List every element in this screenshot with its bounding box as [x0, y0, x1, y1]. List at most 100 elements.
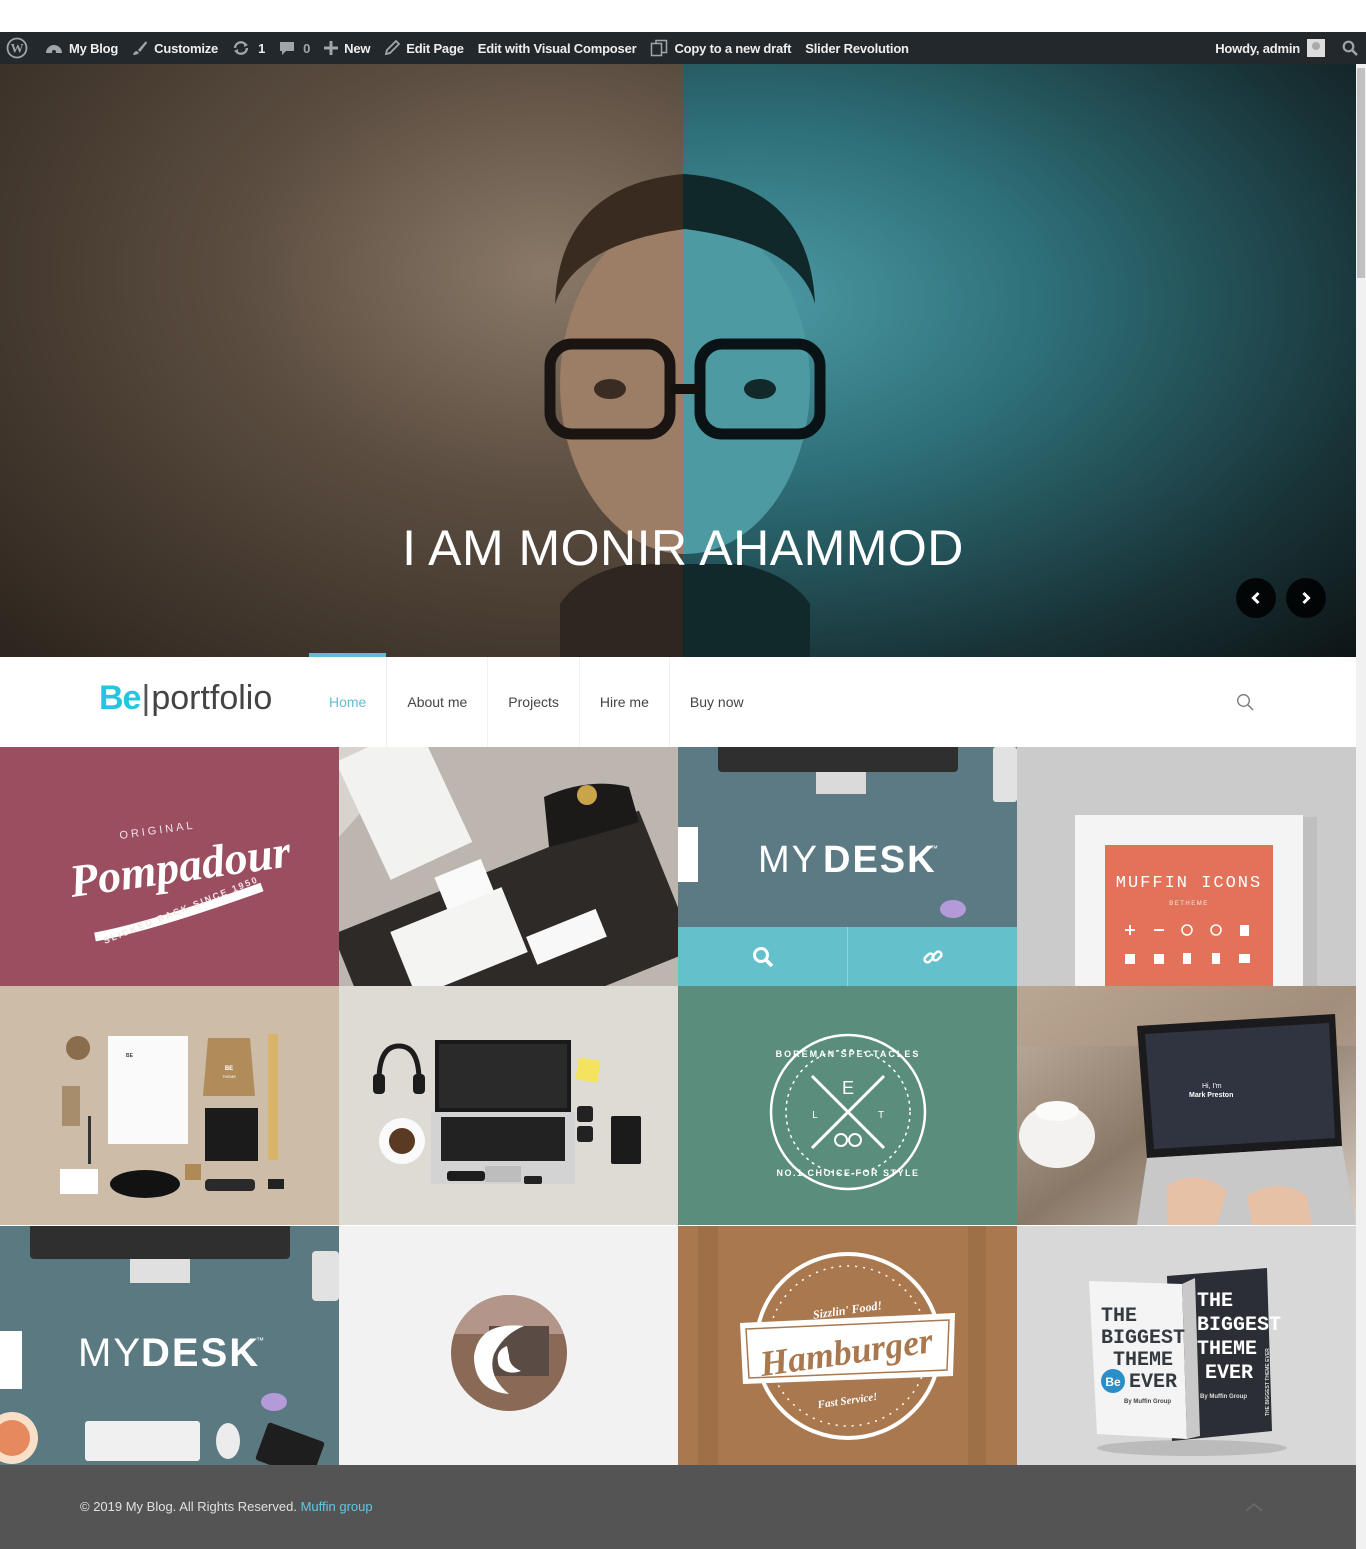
pencil-icon — [384, 40, 401, 56]
branding-bag-be: BE — [225, 1066, 233, 1072]
slider-next-button[interactable] — [1286, 578, 1326, 618]
pompadour-title: Pompadour — [65, 825, 294, 907]
boreman-bottom: NO.1 CHOICE FOR STYLE — [776, 1168, 919, 1178]
search-icon — [1342, 40, 1358, 56]
laptop-hi: Hi, I'm — [1202, 1083, 1222, 1090]
nav-buy-now[interactable]: Buy now — [670, 657, 764, 747]
nav-hire-me[interactable]: Hire me — [580, 657, 670, 747]
biggest-theme-books: THE BIGGEST THEME EVER Be By Muffin Grou… — [1017, 1226, 1356, 1465]
scrollbar-thumb[interactable] — [1357, 68, 1365, 278]
site-header: Be | portfolio Home About me Projects Hire… — [0, 653, 1356, 747]
pompadour-logo: ORIGINAL Pompadour SLICKED BACK SINCE 19… — [65, 819, 294, 945]
copyright: © 2019 My Blog. All Rights Reserved. Muf… — [80, 1499, 373, 1514]
plus-icon — [324, 41, 339, 55]
branding-letterhead-logo: BE — [126, 1053, 134, 1059]
site-footer: © 2019 My Blog. All Rights Reserved. Muf… — [0, 1465, 1356, 1549]
book-front-be: Be — [1105, 1375, 1121, 1389]
svg-text:W: W — [11, 41, 24, 56]
book-back-ever: EVER — [1205, 1362, 1253, 1385]
copyright-text: © 2019 My Blog. All Rights Reserved. — [80, 1499, 297, 1514]
portfolio-item-mydesk-hover[interactable]: MY DESK ™ — [678, 747, 1017, 986]
circle-logo-image — [451, 1295, 567, 1411]
portfolio-item-boreman[interactable]: BOREMAN SPECTACLES E L T NO.1 CHOICE FOR… — [678, 986, 1017, 1225]
link-button[interactable] — [848, 927, 1017, 986]
book-back-theme: THEME — [1197, 1338, 1257, 1361]
book-front-biggest: BIGGEST — [1101, 1327, 1185, 1350]
nav-projects[interactable]: Projects — [488, 657, 580, 747]
edit-page-link[interactable]: Edit Page — [377, 32, 470, 64]
visual-composer-link[interactable]: Edit with Visual Composer — [471, 32, 644, 64]
portrait-image — [544, 174, 826, 657]
chevron-right-icon — [1302, 591, 1311, 605]
avatar — [1307, 39, 1325, 57]
portfolio-item-stationery[interactable] — [339, 747, 678, 986]
new-label: New — [344, 40, 371, 56]
search-icon — [752, 946, 773, 967]
mydesk-hover-tm: ™ — [930, 844, 938, 853]
boreman-l: L — [812, 1110, 818, 1121]
portfolio-item-desk-flatlay[interactable] — [339, 986, 678, 1225]
muffin-group-link[interactable]: Muffin group — [301, 1499, 373, 1514]
portfolio-item-hamburger[interactable]: Sizzlin' Food! Hamburger Fast Service! — [678, 1226, 1017, 1465]
branding-mockup-image: BE BE THEME — [0, 986, 339, 1225]
edit-page-label: Edit Page — [406, 40, 464, 56]
muffin-icons-sub: BETHEME — [1169, 901, 1209, 907]
book-front-ever: EVER — [1129, 1371, 1177, 1394]
portfolio-item-circle-logo[interactable] — [339, 1226, 678, 1465]
branding-bag-theme: THEME — [222, 1074, 236, 1079]
nav-about-me[interactable]: About me — [387, 657, 489, 747]
portfolio-item-pompadour[interactable]: ORIGINAL Pompadour SLICKED BACK SINCE 19… — [0, 747, 339, 986]
book-front-the: THE — [1101, 1305, 1137, 1328]
admin-search[interactable] — [1332, 32, 1366, 64]
portfolio-item-branding-mockup[interactable]: BE BE THEME — [0, 986, 339, 1225]
logo-be: Be — [99, 679, 141, 717]
new-content-menu[interactable]: New — [317, 32, 377, 64]
book-back-the: THE — [1197, 1290, 1233, 1313]
site-name-label: My Blog — [69, 40, 119, 56]
nav-home[interactable]: Home — [309, 653, 388, 747]
comments-link[interactable]: 0 — [272, 32, 317, 64]
zoom-button[interactable] — [678, 927, 848, 986]
book-front-theme: THEME — [1113, 1349, 1173, 1372]
chevron-up-icon[interactable] — [1244, 1501, 1264, 1513]
hero-title: I AM MONIR AHAMMOD — [402, 520, 964, 576]
copy-draft-link[interactable]: Copy to a new draft — [643, 32, 798, 64]
book-spine: THE BIGGEST THEME EVER — [1265, 1348, 1271, 1416]
portfolio-item-muffin-icons[interactable]: MUFFIN ICONS BETHEME — [1017, 747, 1356, 986]
portfolio-item-mydesk[interactable]: MY DESK ™ — [0, 1226, 339, 1465]
hamburger-badge: Sizzlin' Food! Hamburger Fast Service! — [678, 1226, 1017, 1465]
book-front-author: By Muffin Group — [1124, 1399, 1171, 1405]
slider-revolution-label: Slider Revolution — [805, 40, 909, 56]
site-name-menu[interactable]: My Blog — [38, 32, 125, 64]
boreman-top: BOREMAN SPECTACLES — [776, 1049, 921, 1059]
mydesk-tm: ™ — [256, 1336, 264, 1345]
muffin-icons-title: MUFFIN ICONS — [1116, 874, 1262, 893]
slider-prev-button[interactable] — [1236, 578, 1276, 618]
copy-draft-label: Copy to a new draft — [674, 40, 792, 56]
site-logo[interactable]: Be | portfolio — [99, 679, 272, 718]
updates-link[interactable]: 1 — [225, 32, 272, 64]
wordpress-menu[interactable]: W — [0, 32, 38, 64]
portfolio-item-laptop-photo[interactable]: Hi, I'm Mark Preston — [1017, 986, 1356, 1225]
page-scrollbar[interactable] — [1356, 64, 1366, 1549]
slider-revolution-link[interactable]: Slider Revolution — [798, 32, 916, 64]
wordpress-icon: W — [6, 37, 28, 59]
search-icon[interactable] — [1236, 693, 1254, 711]
mydesk-image: MY DESK ™ — [0, 1226, 339, 1465]
account-menu[interactable]: Howdy, admin — [1208, 32, 1332, 64]
stationery-image — [339, 747, 678, 986]
mydesk-desk: DESK — [141, 1331, 260, 1375]
customize-link[interactable]: Customize — [125, 32, 225, 64]
chevron-left-icon — [1251, 591, 1260, 605]
comment-icon — [279, 41, 295, 56]
muffin-icons-image: MUFFIN ICONS BETHEME — [1017, 747, 1356, 986]
mydesk-hover-my: MY — [758, 839, 819, 881]
logo-word: portfolio — [151, 679, 273, 717]
mydesk-hover-desk: DESK — [823, 839, 937, 881]
portfolio-item-biggest-theme[interactable]: THE BIGGEST THEME EVER Be By Muffin Grou… — [1017, 1226, 1356, 1465]
visual-composer-label: Edit with Visual Composer — [477, 40, 637, 56]
book-back-biggest: BIGGEST — [1197, 1314, 1281, 1337]
laptop-name: Mark Preston — [1189, 1092, 1233, 1099]
updates-icon — [232, 40, 250, 56]
logo-separator: | — [141, 679, 151, 717]
